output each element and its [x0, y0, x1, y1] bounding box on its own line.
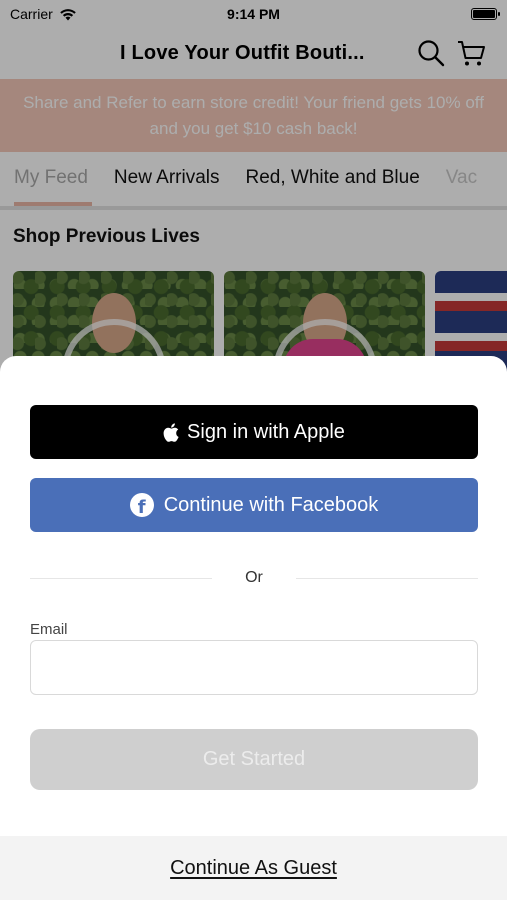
facebook-button-label: Continue with Facebook [163, 493, 379, 516]
apple-button-label: Sign in with Apple [187, 420, 345, 443]
apple-icon [163, 422, 179, 442]
email-label: Email [30, 621, 68, 638]
divider-text: Or [245, 569, 263, 586]
continue-as-guest-link[interactable]: Continue As Guest [170, 857, 337, 880]
divider-line [296, 577, 478, 579]
get-started-label: Get Started [202, 748, 306, 770]
email-input[interactable] [30, 640, 478, 695]
sign-in-sheet: Sign in with Apple f Continue with Faceb… [0, 356, 507, 900]
divider-line [30, 577, 212, 579]
guest-bar: Continue As Guest [0, 836, 507, 900]
sign-in-with-apple-button[interactable]: Sign in with Apple [30, 405, 478, 459]
facebook-icon: f [129, 493, 154, 517]
continue-with-facebook-button[interactable]: f Continue with Facebook [30, 478, 478, 532]
or-divider: Or [30, 566, 478, 590]
get-started-button[interactable]: Get Started [30, 729, 478, 790]
